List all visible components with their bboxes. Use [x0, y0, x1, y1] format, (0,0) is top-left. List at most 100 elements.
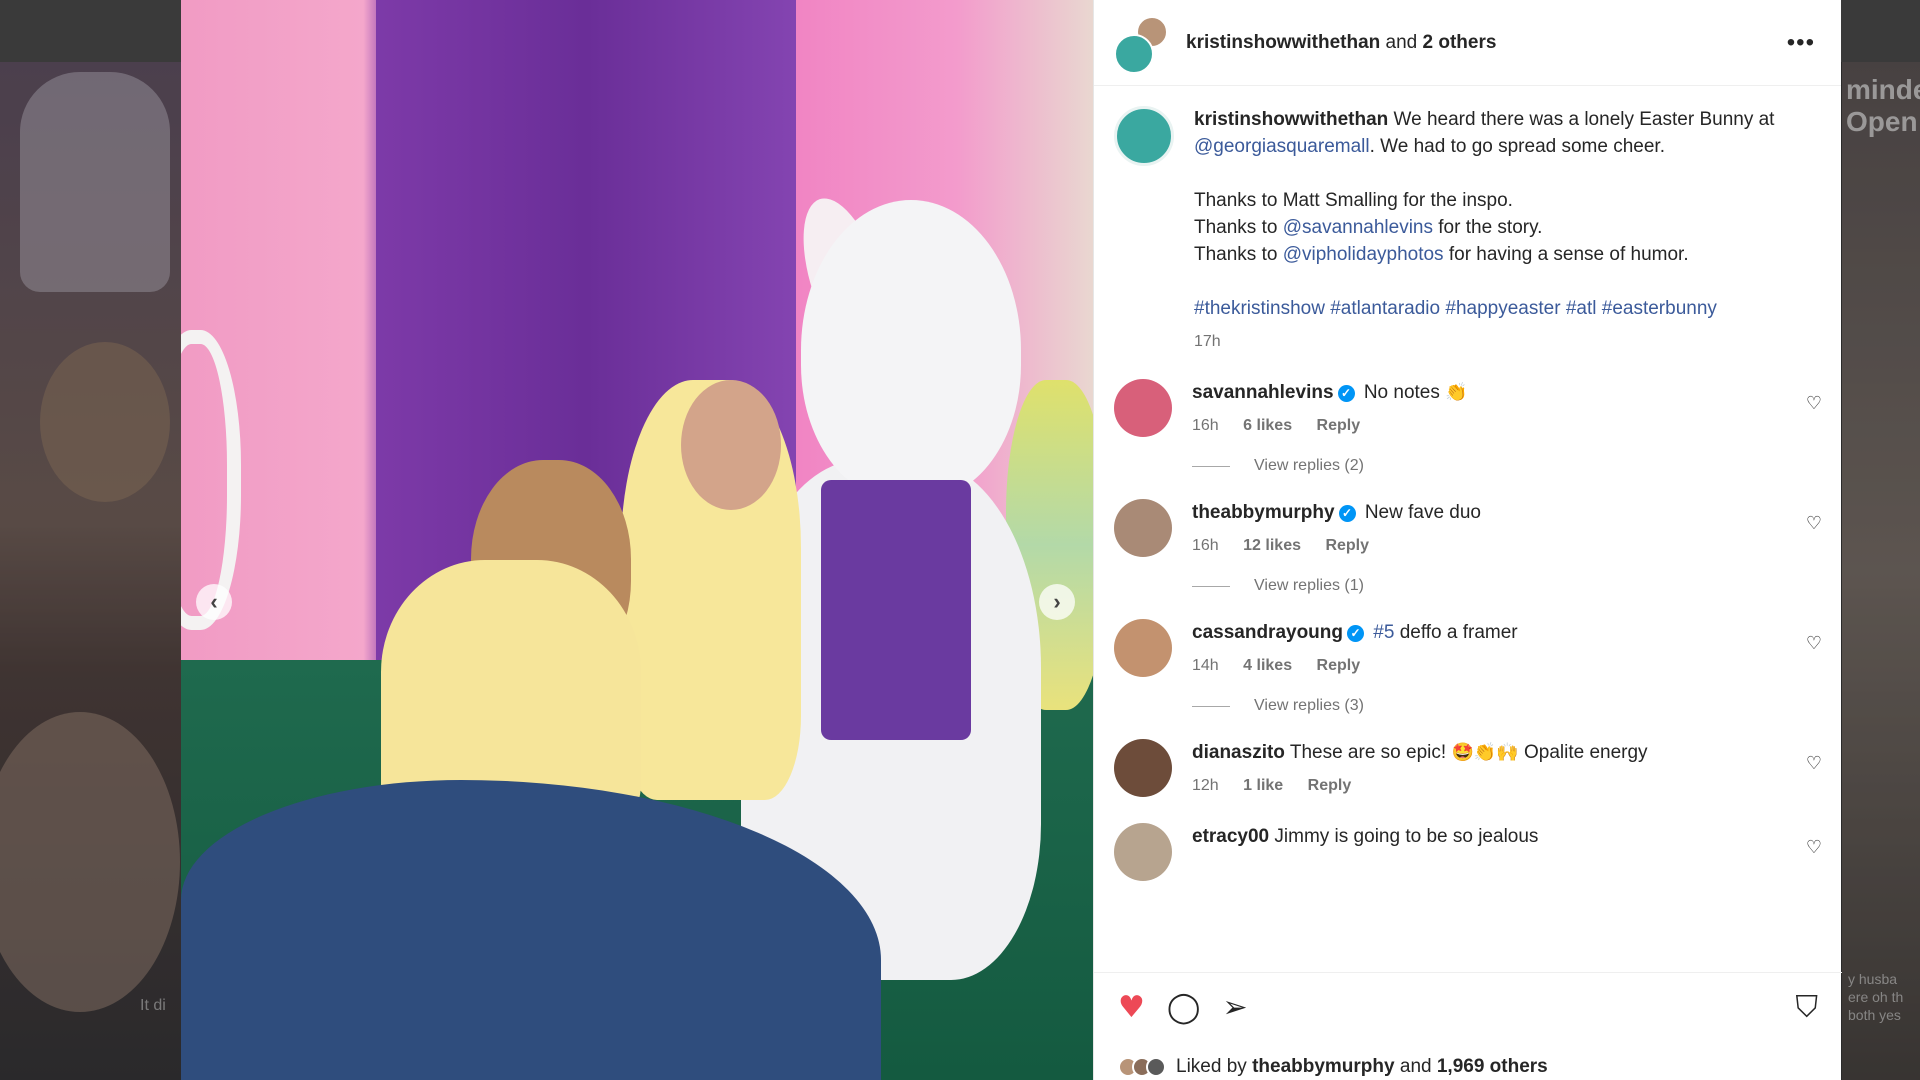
view-replies-label: View replies (1) [1254, 577, 1364, 594]
comment-username-link[interactable]: dianaszito [1192, 742, 1285, 763]
hashtag-link[interactable]: #5 [1373, 622, 1394, 643]
reply-button[interactable]: Reply [1317, 657, 1361, 674]
bg-left-shape [0, 712, 180, 1012]
bg-right-line: y husba [1848, 971, 1898, 987]
comment-text: deffo a framer [1399, 622, 1518, 643]
avatar[interactable] [1114, 739, 1172, 797]
likes-summary: Liked by theabbymurphy and 1,969 others [1118, 1056, 1548, 1078]
comment-meta: 14h 4 likes Reply [1192, 652, 1822, 679]
caption-body: kristinshowwithethan We heard there was … [1194, 106, 1822, 355]
bg-left-caption: It di [140, 997, 166, 1014]
comment-timestamp[interactable]: 16h [1192, 417, 1219, 434]
view-replies-button[interactable]: View replies (3) [1192, 697, 1822, 715]
hashtag-link[interactable]: #atl [1566, 298, 1597, 319]
comment-likes-link[interactable]: 1 like [1243, 777, 1283, 794]
avatar[interactable] [1114, 619, 1172, 677]
comment-text: Jimmy is going to be so jealous [1274, 826, 1539, 847]
chevron-right-icon: › [1053, 589, 1061, 614]
verified-badge-icon: ✓ [1347, 625, 1364, 642]
author-username-link[interactable]: kristinshowwithethan [1186, 32, 1380, 53]
post-photo[interactable]: ‹ › [181, 0, 1093, 1080]
header-conjunction: and [1385, 31, 1418, 53]
collab-avatars[interactable] [1114, 15, 1172, 74]
more-options-icon[interactable]: ••• [1781, 30, 1821, 54]
comment: etracy00 Jimmy is going to be so jealous… [1114, 823, 1822, 881]
next-photo-button[interactable]: › [1039, 584, 1075, 620]
bookmark-save-icon[interactable]: ⛉ [1796, 990, 1819, 1025]
caption-meta: 17h [1194, 328, 1822, 355]
reply-button[interactable]: Reply [1308, 777, 1352, 794]
comments-scroll-area[interactable]: kristinshowwithethan We heard there was … [1094, 86, 1842, 972]
verified-badge-icon: ✓ [1338, 505, 1356, 522]
comment-text: No notes [1363, 382, 1440, 403]
like-comment-heart-icon[interactable]: ♡ [1806, 393, 1822, 414]
bg-right-line: minde [1846, 74, 1920, 105]
avatar[interactable] [1114, 379, 1172, 437]
mention-link[interactable]: @georgiasquaremall [1194, 136, 1370, 157]
comment-likes-link[interactable]: 6 likes [1243, 417, 1292, 434]
like-comment-heart-icon[interactable]: ♡ [1806, 837, 1822, 858]
comment-text: Opalite energy [1523, 742, 1648, 763]
hashtag-link[interactable]: #happyeaster [1445, 298, 1560, 319]
comment-username-link[interactable]: etracy00 [1192, 826, 1269, 847]
comment-emoji: 🤩👏🙌 [1451, 742, 1519, 763]
caption-text: We heard there was a lonely Easter Bunny… [1393, 109, 1775, 130]
caption-text: Thanks to [1194, 244, 1278, 265]
post-actions-bar: ♥ ◯ ➢ ⛉ [1094, 972, 1842, 1042]
chevron-left-icon: ‹ [210, 589, 218, 614]
hashtag-link[interactable]: #thekristinshow [1194, 298, 1325, 319]
photo-bunny-vest [821, 480, 971, 740]
like-comment-heart-icon[interactable]: ♡ [1806, 513, 1822, 534]
background-left-preview: It di [0, 62, 182, 1080]
comment-bubble-icon[interactable]: ◯ [1167, 990, 1201, 1025]
comment-body: theabbymurphy ✓ New fave duo 16h 12 likes… [1192, 499, 1822, 559]
view-replies-button[interactable]: View replies (1) [1192, 577, 1822, 595]
others-link[interactable]: 2 others [1423, 32, 1497, 53]
comment-body: etracy00 Jimmy is going to be so jealous [1192, 823, 1822, 850]
comment-timestamp[interactable]: 12h [1192, 777, 1219, 794]
avatar[interactable] [1114, 106, 1174, 166]
like-comment-heart-icon[interactable]: ♡ [1806, 753, 1822, 774]
share-send-icon[interactable]: ➢ [1222, 990, 1247, 1025]
comment-username-link[interactable]: theabbymurphy [1192, 502, 1335, 523]
post-header: kristinshowwithethan and 2 others ••• [1094, 0, 1841, 86]
caption-thanks-3: Thanks to @vipholidayphotos for having a… [1194, 241, 1822, 268]
likes-count-link[interactable]: 1,969 others [1437, 1056, 1548, 1078]
mention-link[interactable]: @vipholidayphotos [1283, 244, 1444, 265]
comment-body: dianaszito These are so epic! 🤩👏🙌 Opalit… [1192, 739, 1822, 799]
caption-text: . We had to go spread some cheer. [1369, 136, 1665, 157]
like-heart-icon[interactable]: ♥ [1118, 990, 1145, 1025]
bg-right-caption: y husba ere oh th both yes [1848, 970, 1903, 1024]
avatar[interactable] [1114, 823, 1172, 881]
avatar[interactable] [1114, 499, 1172, 557]
bg-right-text: minde Open [1846, 74, 1920, 138]
comment-username-link[interactable]: cassandrayoung [1192, 622, 1343, 643]
like-comment-heart-icon[interactable]: ♡ [1806, 633, 1822, 654]
comment-timestamp[interactable]: 16h [1192, 537, 1219, 554]
hashtag-link[interactable]: #easterbunny [1602, 298, 1717, 319]
comment-likes-link[interactable]: 12 likes [1243, 537, 1301, 554]
comment-body: cassandrayoung ✓ #5 deffo a framer 14h 4 … [1192, 619, 1822, 679]
reply-button[interactable]: Reply [1317, 417, 1361, 434]
comment: theabbymurphy ✓ New fave duo 16h 12 likes… [1114, 499, 1822, 559]
reply-button[interactable]: Reply [1325, 537, 1369, 554]
comment-username-link[interactable]: savannahlevins [1192, 382, 1334, 403]
comment-timestamp[interactable]: 14h [1192, 657, 1219, 674]
liker-username-link[interactable]: theabbymurphy [1252, 1056, 1395, 1078]
comment: dianaszito These are so epic! 🤩👏🙌 Opalit… [1114, 739, 1822, 799]
view-replies-label: View replies (2) [1254, 457, 1364, 474]
view-replies-button[interactable]: View replies (2) [1192, 457, 1822, 475]
comment-likes-link[interactable]: 4 likes [1243, 657, 1292, 674]
comment: cassandrayoung ✓ #5 deffo a framer 14h 4 … [1114, 619, 1822, 679]
hashtag-link[interactable]: #atlantaradio [1330, 298, 1440, 319]
verified-badge-icon: ✓ [1337, 385, 1355, 402]
caption-text: Thanks to [1194, 217, 1278, 238]
post-side-panel: kristinshowwithethan and 2 others ••• kr… [1093, 0, 1842, 1080]
mention-link[interactable]: @savannahlevins [1283, 217, 1433, 238]
caption-timestamp[interactable]: 17h [1194, 333, 1221, 350]
comment-text: New fave duo [1364, 502, 1481, 523]
caption-username-link[interactable]: kristinshowwithethan [1194, 109, 1388, 130]
post-caption: kristinshowwithethan We heard there was … [1114, 106, 1822, 355]
previous-photo-button[interactable]: ‹ [196, 584, 232, 620]
comment-emoji: 👏 [1445, 382, 1468, 403]
